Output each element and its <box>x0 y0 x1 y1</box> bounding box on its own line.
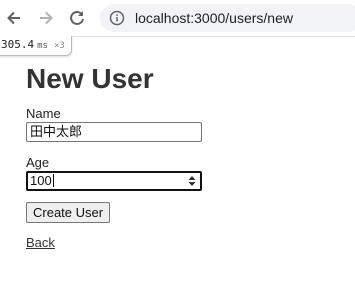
page-title: New User <box>26 63 154 94</box>
name-field[interactable]: 田中太郎 <box>26 122 202 142</box>
profiler-time: 305.4 <box>1 38 35 51</box>
profiler-count: ×3 <box>53 41 65 51</box>
back-link[interactable]: Back <box>26 235 55 251</box>
create-user-button[interactable]: Create User <box>26 202 111 223</box>
text-cursor <box>52 174 54 187</box>
forward-arrow-icon[interactable] <box>36 8 56 28</box>
profiler-badge[interactable]: 305.4 ms ×3 <box>0 36 72 56</box>
age-label: Age <box>26 155 50 170</box>
info-icon[interactable] <box>109 10 125 26</box>
profiler-unit: ms <box>37 41 48 51</box>
address-bar[interactable]: localhost:3000/users/new <box>100 4 355 32</box>
number-spinner-icon[interactable] <box>188 175 196 187</box>
browser-toolbar: localhost:3000/users/new <box>0 0 355 37</box>
name-value: 田中太郎 <box>30 124 83 139</box>
age-field[interactable]: 100 <box>26 171 202 191</box>
age-value: 100 <box>30 173 52 188</box>
name-label: Name <box>26 106 61 121</box>
reload-icon[interactable] <box>67 8 87 28</box>
url-text[interactable]: localhost:3000/users/new <box>135 10 293 26</box>
back-arrow-icon[interactable] <box>4 8 24 28</box>
